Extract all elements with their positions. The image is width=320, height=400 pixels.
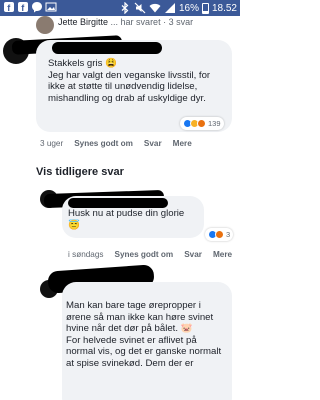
reply-text: Husk nu at pudse din glorie 😇 [68,208,185,231]
reaction-count: 139 [208,119,221,128]
status-right: 16% 18.52 [119,2,237,14]
facebook-notification-icon: f [4,2,14,13]
reply-bubble: Husk nu at pudse din glorie 😇 [62,196,204,238]
status-bar: f f 16% 18.52 [0,0,240,16]
photo-icon [45,2,57,12]
battery-percent: 16% [178,2,199,14]
like-button[interactable]: Synes godt om [74,139,133,148]
redacted-name [52,42,162,54]
angry-reaction-icon [197,119,206,128]
reply-text: Man kan bare tage ørepropper i ørene så … [66,300,222,369]
redacted-name [68,198,168,208]
reply-bubble: Man kan bare tage ørepropper i ørene så … [62,282,232,400]
reply-timestamp: i søndags [68,250,104,259]
avatar[interactable] [36,16,54,34]
reply-button[interactable]: Svar [144,139,162,148]
status-left-icons: f f [3,1,57,13]
replies-summary-text: ... har svaret · 3 svar [110,17,194,27]
reactions-summary[interactable]: 3 [205,228,234,241]
author-name[interactable]: Jette Birgitte [58,17,108,27]
messenger-icon [32,2,42,13]
show-previous-replies-link[interactable]: Vis tidligere svar [36,166,124,178]
reactions-summary[interactable]: 139 [180,117,224,130]
reply-button[interactable]: Svar [184,250,202,259]
comment-actions: 3 uger Synes godt om Svar Mere [40,139,192,148]
bluetooth-icon [121,2,129,14]
wifi-icon [149,3,161,13]
comment-text: Stakkels gris 😩 Jeg har valgt den vegans… [48,58,211,104]
more-button[interactable]: Mere [213,250,232,259]
battery-icon [201,2,209,14]
facebook-notification-icon-2: f [18,2,28,13]
reaction-count: 3 [226,230,231,239]
clock: 18.52 [211,2,237,14]
signal-icon [164,3,175,13]
more-button[interactable]: Mere [173,139,192,148]
comment-timestamp: 3 uger [40,139,64,148]
angry-reaction-icon [215,230,224,239]
replies-summary[interactable]: Jette Birgitte ... har svaret · 3 svar [58,17,193,27]
like-button[interactable]: Synes godt om [115,250,174,259]
mute-icon [134,2,146,14]
reply-actions: i søndags Synes godt om Svar Mere [68,250,232,259]
